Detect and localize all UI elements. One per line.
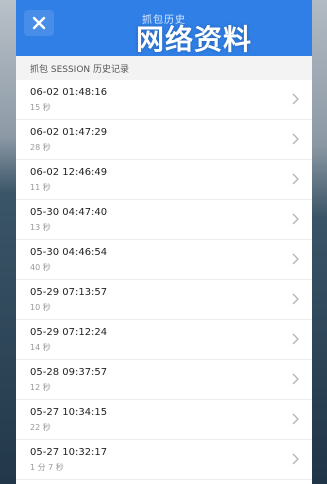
session-time: 05-30 04:47:40 [30, 207, 108, 218]
session-row[interactable]: 05-28 09:37:57 12 秒 [16, 360, 312, 400]
session-row[interactable]: 05-30 04:47:40 13 秒 [16, 200, 312, 240]
session-time: 06-02 12:46:49 [30, 167, 108, 178]
session-history-screen: 抓包历史 网络资料 抓包 SESSION 历史记录 06-02 01:48:16… [16, 0, 312, 484]
chevron-right-icon [292, 333, 299, 345]
session-duration: 11 秒 [30, 183, 51, 192]
session-row[interactable]: 06-02 12:46:49 11 秒 [16, 160, 312, 200]
session-time: 05-30 04:46:54 [30, 247, 108, 258]
background-right [312, 0, 327, 484]
session-duration: 14 秒 [30, 343, 51, 352]
session-row[interactable]: 05-27 10:32:17 1 分 7 秒 [16, 440, 312, 480]
session-time: 06-02 01:48:16 [30, 87, 108, 98]
session-duration: 15 秒 [30, 103, 51, 112]
title-bar: 抓包历史 网络资料 [16, 0, 312, 56]
session-duration: 28 秒 [30, 143, 51, 152]
session-duration: 1 分 7 秒 [30, 463, 64, 472]
session-duration: 40 秒 [30, 263, 51, 272]
chevron-right-icon [292, 173, 299, 185]
session-list: 06-02 01:48:16 15 秒 06-02 01:47:29 28 秒 … [16, 80, 312, 480]
session-time: 05-29 07:13:57 [30, 287, 108, 298]
session-row[interactable]: 06-02 01:48:16 15 秒 [16, 80, 312, 120]
section-header: 抓包 SESSION 历史记录 [16, 56, 312, 81]
chevron-right-icon [292, 253, 299, 265]
chevron-right-icon [292, 293, 299, 305]
session-row[interactable]: 05-29 07:12:24 14 秒 [16, 320, 312, 360]
session-row[interactable]: 05-30 04:46:54 40 秒 [16, 240, 312, 280]
session-time: 05-27 10:34:15 [30, 407, 108, 418]
section-header-label: 抓包 SESSION 历史记录 [30, 65, 130, 75]
chevron-right-icon [292, 413, 299, 425]
session-row[interactable]: 06-02 01:47:29 28 秒 [16, 120, 312, 160]
chevron-right-icon [292, 373, 299, 385]
chevron-right-icon [292, 93, 299, 105]
background-left [0, 0, 16, 484]
chevron-right-icon [292, 133, 299, 145]
session-duration: 12 秒 [30, 383, 51, 392]
session-duration: 13 秒 [30, 223, 51, 232]
watermark-text: 网络资料 [136, 23, 253, 56]
session-duration: 10 秒 [30, 303, 51, 312]
session-time: 05-28 09:37:57 [30, 367, 108, 378]
session-time: 05-29 07:12:24 [30, 327, 108, 338]
session-time: 05-27 10:32:17 [30, 447, 108, 458]
session-row[interactable]: 05-29 07:13:57 10 秒 [16, 280, 312, 320]
chevron-right-icon [292, 453, 299, 465]
session-row[interactable]: 05-27 10:34:15 22 秒 [16, 400, 312, 440]
session-time: 06-02 01:47:29 [30, 127, 108, 138]
session-duration: 22 秒 [30, 423, 51, 432]
chevron-right-icon [292, 213, 299, 225]
